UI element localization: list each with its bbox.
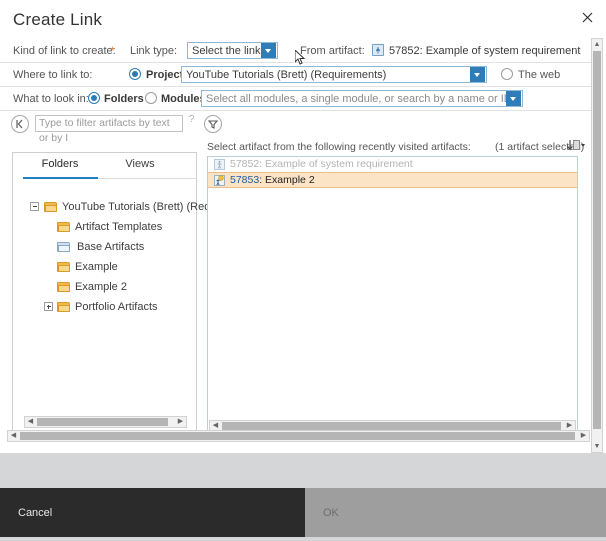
artifact-id: 57853 (230, 174, 260, 186)
active-tab-indicator (23, 177, 98, 179)
artifact-separator: : (259, 158, 263, 170)
close-glyph (582, 12, 592, 23)
footer-spacer (0, 453, 606, 488)
funnel-glyph (207, 120, 219, 129)
chevron-down-icon[interactable] (470, 67, 485, 82)
list-item-text: 57852: Example of system requirement (230, 157, 413, 172)
what-to-look-in-label: What to look in: (13, 93, 89, 105)
list-item-text: 57853: Example 2 (230, 173, 315, 188)
collapse-glyph (16, 119, 23, 129)
form-row-what: What to look in: Folders Modules: Select… (0, 87, 591, 110)
tree-item-label: Example (75, 261, 118, 273)
close-icon[interactable] (577, 9, 597, 29)
dialog-titlebar: Create Link (0, 0, 606, 38)
collapse-panel-icon[interactable] (11, 115, 29, 133)
form-divider-3 (0, 110, 591, 111)
scrollbar-thumb[interactable] (37, 418, 168, 426)
project-value: YouTube Tutorials (Brett) (Requirements) (186, 68, 387, 81)
list-item[interactable]: 57853: Example 2 (208, 172, 577, 188)
folder-icon (57, 282, 70, 292)
ok-button[interactable]: OK (305, 488, 606, 541)
scrollbar-thumb[interactable] (222, 422, 561, 430)
dialog-vscrollbar[interactable]: ▲ ▼ (591, 38, 603, 453)
artifact-name: Example 2 (265, 174, 315, 186)
tab-folders[interactable]: Folders (25, 158, 95, 170)
tree-item-label: Artifact Templates (75, 221, 163, 233)
tree-item-label: Portfolio Artifacts (75, 301, 158, 313)
folders-panel: Folders Views YouTube Tutorials (Brett) … (12, 152, 244, 435)
artifact-glyph (214, 175, 225, 186)
artifact-list-panel: 57852: Example of system requirement 578… (207, 156, 578, 435)
system-requirement-icon (214, 159, 225, 170)
tab-baseline (98, 178, 196, 179)
expander-minus-icon[interactable] (30, 202, 39, 211)
document-folder-icon (57, 242, 70, 252)
radio-the-web[interactable] (501, 68, 513, 80)
scroll-right-arrow-icon[interactable]: ▶ (578, 431, 589, 441)
expander-plus-icon[interactable] (44, 302, 53, 311)
scrollbar-thumb[interactable] (593, 51, 601, 429)
where-to-link-label: Where to link to: (13, 69, 93, 81)
tab-views[interactable]: Views (105, 158, 175, 170)
artifact-list-title: Select artifact from the following recen… (207, 141, 471, 153)
artifact-separator: : (259, 174, 263, 186)
scroll-left-arrow-icon[interactable]: ◀ (8, 431, 19, 441)
artifact-name: Example of system requirement (265, 158, 413, 170)
mouse-cursor (294, 48, 306, 65)
the-web-label: The web (518, 69, 561, 81)
panel-tabs: Folders Views (13, 153, 196, 180)
folders-label: Folders (104, 93, 144, 105)
cancel-button[interactable]: Cancel (0, 488, 305, 537)
link-type-value: Select the link type (192, 44, 261, 57)
sort-glyph (567, 140, 585, 151)
dialog-footer: Cancel OK (0, 488, 606, 541)
kind-of-link-label: Kind of link to create: (13, 45, 116, 57)
req-glyph (214, 159, 225, 170)
link-type-select[interactable]: Select the link type (187, 42, 278, 59)
help-icon[interactable]: ? (186, 114, 197, 126)
artifact-icon (214, 175, 225, 186)
folder-icon (57, 302, 70, 312)
folder-open-icon (44, 202, 57, 212)
search-input[interactable]: Type to filter artifacts by text or by I (35, 115, 183, 144)
project-select[interactable]: YouTube Tutorials (Brett) (Requirements) (181, 66, 487, 83)
chevron-down-icon[interactable] (506, 91, 521, 106)
list-item: 57852: Example of system requirement (208, 157, 577, 172)
required-marker: * (110, 44, 115, 58)
artifact-list-header: Select artifact from the following recen… (207, 139, 585, 155)
chevron-down-icon[interactable] (261, 43, 276, 58)
tree-item-label: Base Artifacts (77, 241, 145, 253)
form-row-where: Where to link to: Project: YouTube Tutor… (0, 63, 591, 86)
left-panel-hscrollbar[interactable]: ◀ ▶ (24, 416, 187, 428)
scrollbar-thumb[interactable] (20, 432, 575, 440)
from-artifact-label: From artifact: (300, 45, 365, 57)
scroll-up-arrow-icon[interactable]: ▲ (592, 39, 602, 50)
tree-item-label: Example 2 (75, 281, 127, 293)
link-form: Kind of link to create: * Link type: Sel… (0, 38, 591, 111)
scroll-down-arrow-icon[interactable]: ▼ (592, 441, 602, 452)
artifact-id: 57852 (230, 158, 260, 170)
modules-value: Select all modules, a single module, or … (206, 92, 506, 105)
sort-order-icon[interactable] (567, 139, 585, 153)
page-title: Create Link (13, 10, 103, 29)
radio-modules[interactable] (145, 92, 157, 104)
system-requirement-icon (372, 44, 384, 56)
dialog-hscrollbar[interactable]: ◀ ▶ (7, 430, 590, 442)
folder-icon (57, 222, 70, 232)
from-artifact-value: 57852: Example of system requirement (389, 45, 581, 57)
footer-bottom-edge (0, 537, 606, 541)
artifact-filter-toolbar: Type to filter artifacts by text or by I… (0, 112, 591, 144)
link-type-label: Link type: (130, 45, 178, 57)
scroll-right-arrow-icon[interactable]: ▶ (175, 417, 186, 427)
cursor-glyph (294, 48, 306, 65)
scroll-left-arrow-icon[interactable]: ◀ (25, 417, 36, 427)
radio-project[interactable] (129, 68, 141, 80)
filter-funnel-icon[interactable] (204, 115, 222, 133)
modules-select[interactable]: Select all modules, a single module, or … (201, 90, 523, 107)
folder-icon (57, 262, 70, 272)
radio-folders[interactable] (88, 92, 100, 104)
